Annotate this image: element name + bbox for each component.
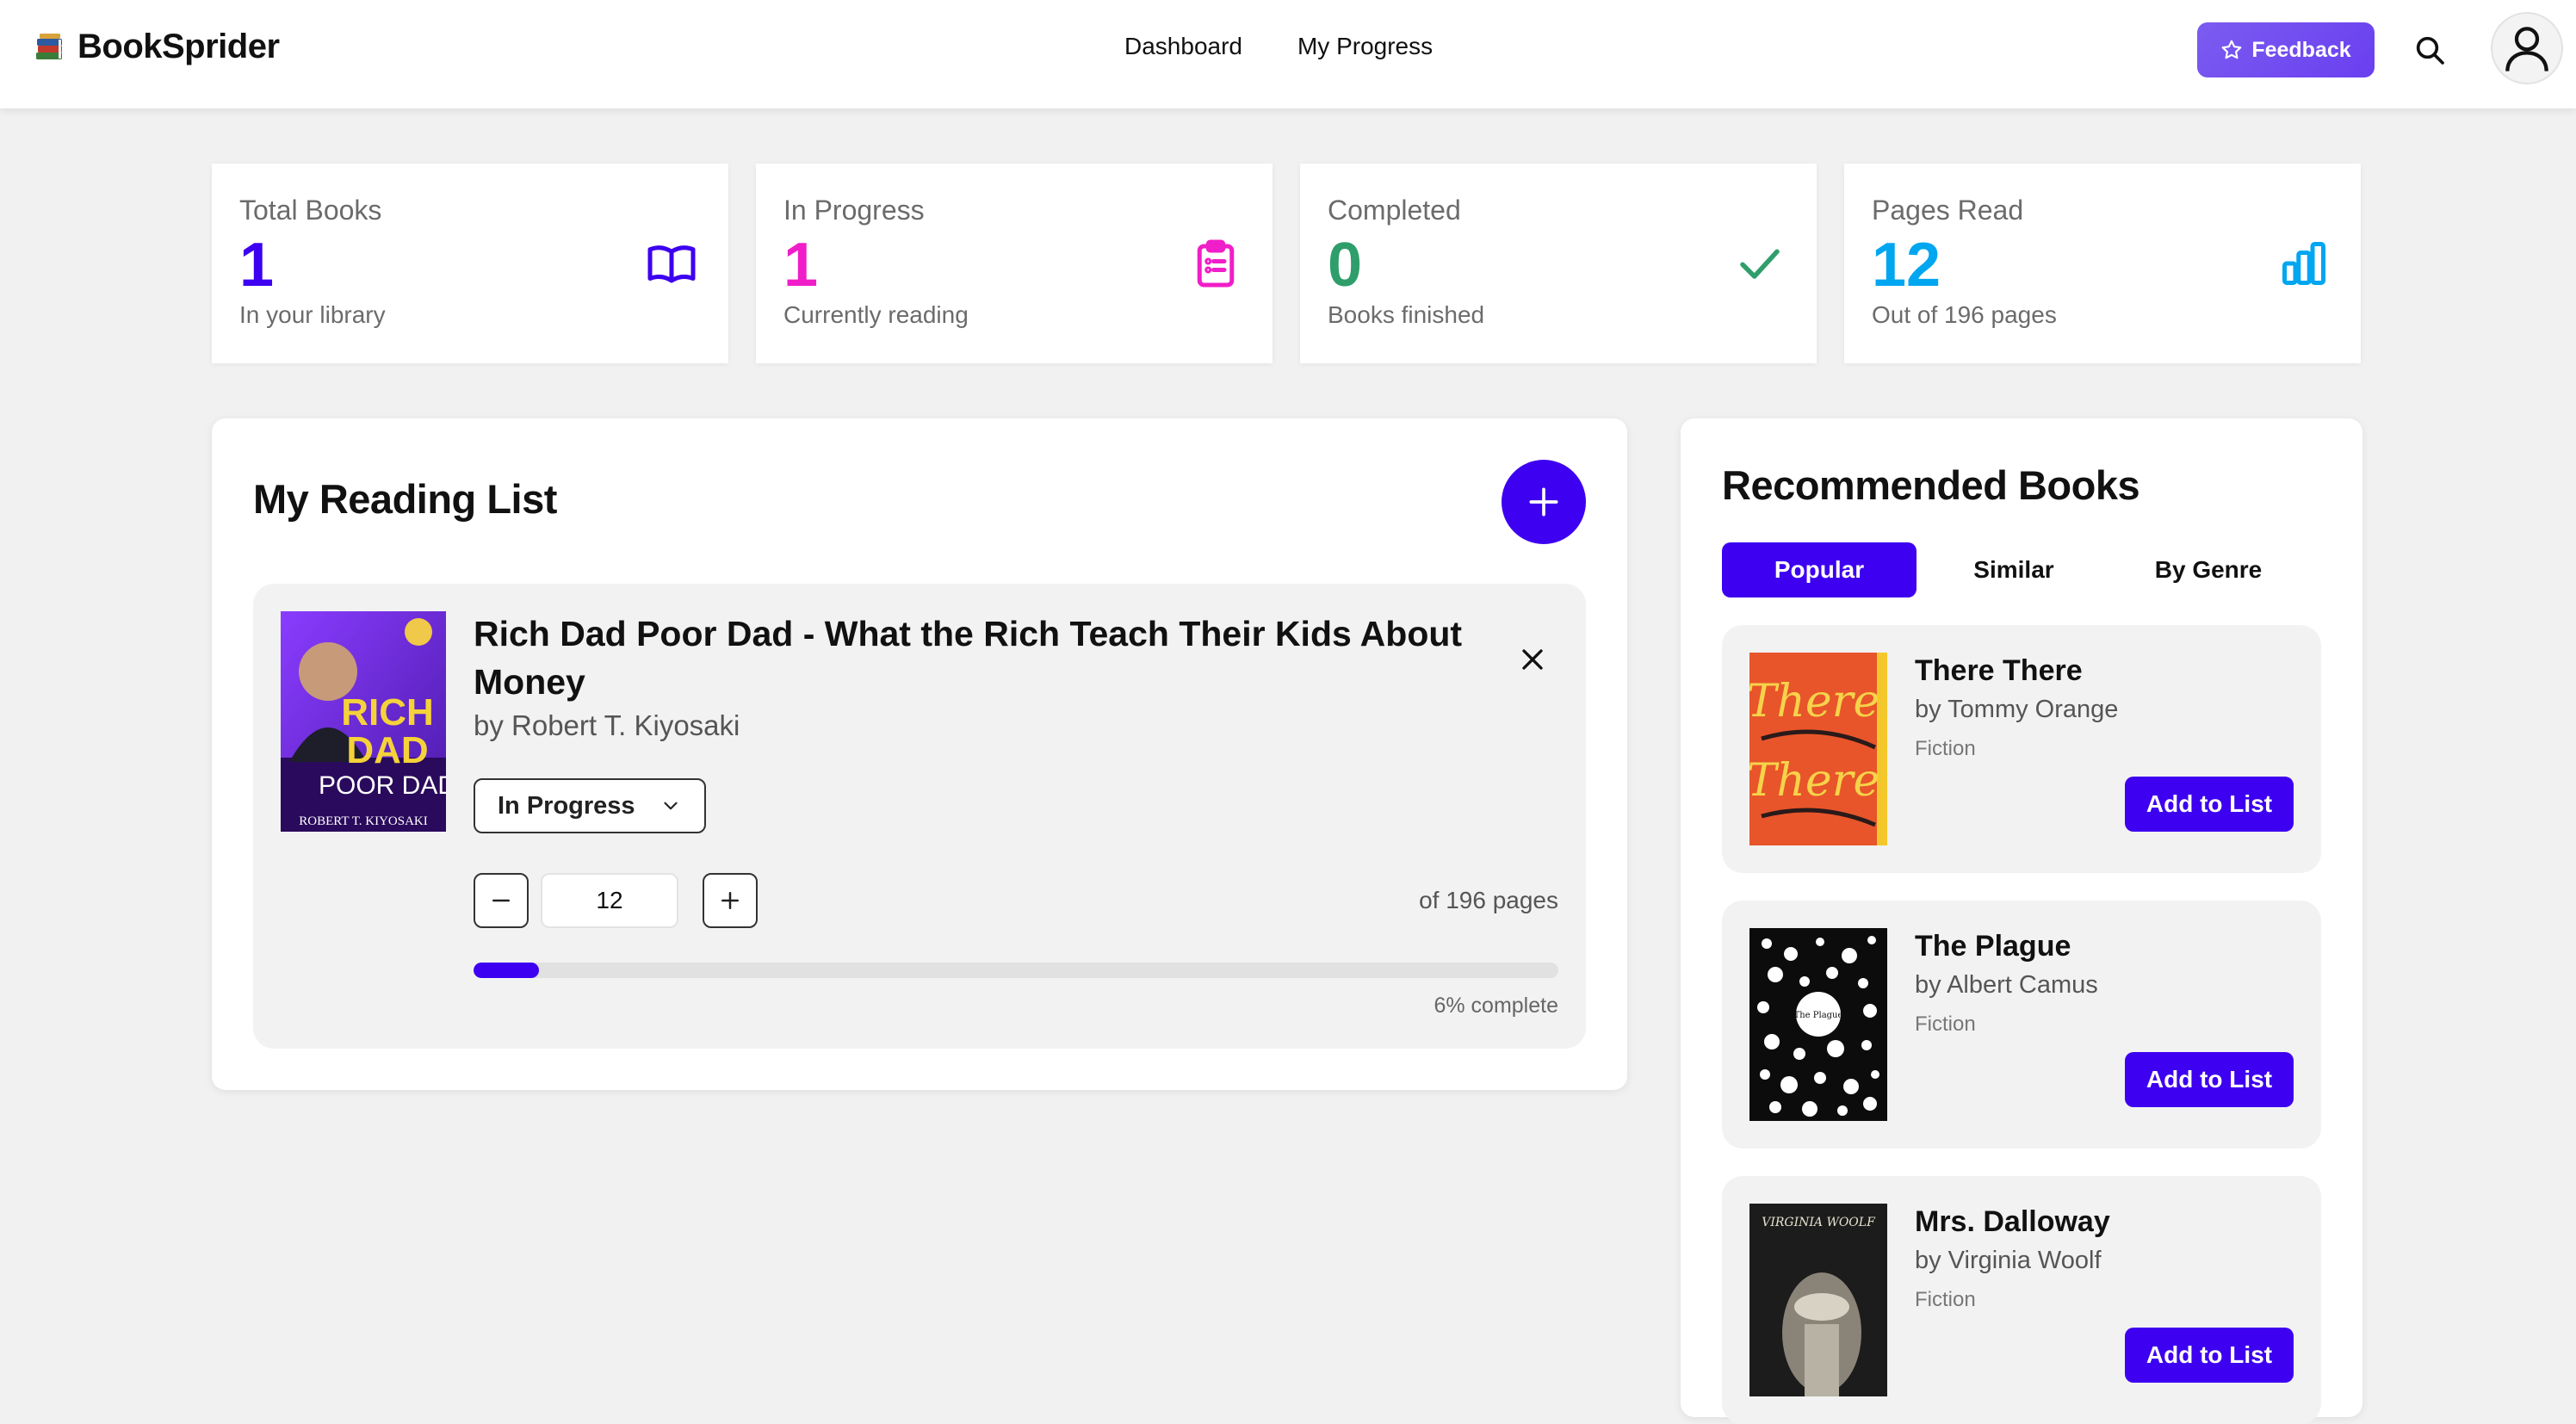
stat-sub: Currently reading: [783, 301, 969, 328]
plus-icon: [1529, 487, 1558, 517]
tab-similar[interactable]: Similar: [1917, 542, 2111, 597]
reading-progress-bar: [474, 963, 1558, 978]
svg-text:ROBERT T. KIYOSAKI: ROBERT T. KIYOSAKI: [299, 814, 428, 828]
user-avatar[interactable]: [2491, 12, 2563, 84]
reading-list-panel: My Reading List RICH DAD POOR DAD ROBERT…: [212, 418, 1627, 1090]
stat-label: Total Books: [239, 195, 382, 226]
reading-list-item: RICH DAD POOR DAD ROBERT T. KIYOSAKI Ric…: [253, 584, 1586, 1049]
book-cover-mrs-dalloway: VIRGINIA WOOLF: [1749, 1204, 1887, 1396]
book-open-icon: [647, 245, 696, 283]
add-to-list-button[interactable]: Add to List: [2125, 777, 2294, 832]
rec-book-title: The Plague: [1915, 930, 2071, 963]
clipboard-list-icon: [1197, 239, 1235, 288]
feedback-label: Feedback: [2251, 37, 2351, 62]
stat-value: 0: [1328, 231, 1363, 300]
stat-card-completed: Completed 0 Books finished: [1300, 164, 1817, 363]
top-navbar: BookSprider Dashboard My Progress Feedba…: [0, 0, 2576, 108]
tab-by-genre[interactable]: By Genre: [2111, 542, 2306, 597]
reading-progress-fill: [474, 963, 539, 978]
main-nav: Dashboard My Progress: [1124, 33, 1433, 60]
rec-book-title: Mrs. Dalloway: [1915, 1205, 2110, 1238]
book-author: by Robert T. Kiyosaki: [474, 709, 740, 741]
svg-text:There: There: [1749, 755, 1879, 807]
stat-label: Completed: [1328, 195, 1461, 226]
recommended-book-card: The Plague The Plague by Albert Camus Fi…: [1722, 901, 2321, 1148]
svg-text:POOR DAD: POOR DAD: [319, 771, 446, 800]
search-icon[interactable]: [2412, 33, 2447, 67]
stat-value: 1: [239, 231, 275, 300]
status-dropdown[interactable]: In Progress: [474, 778, 706, 833]
nav-dashboard[interactable]: Dashboard: [1124, 33, 1242, 60]
rec-book-author: by Albert Camus: [1915, 971, 2098, 999]
star-icon: [2221, 40, 2242, 59]
svg-text:DAD: DAD: [346, 729, 428, 771]
recommendation-tabs: Popular Similar By Genre: [1722, 542, 2306, 597]
add-book-button[interactable]: [1502, 460, 1586, 544]
add-to-list-button[interactable]: Add to List: [2125, 1328, 2294, 1383]
feedback-button[interactable]: Feedback: [2197, 22, 2375, 77]
books-logo-icon: [36, 33, 62, 59]
recommended-book-card: There There There There by Tommy Orange …: [1722, 625, 2321, 873]
status-value: In Progress: [498, 791, 635, 820]
stat-card-total-books: Total Books 1 In your library: [212, 164, 728, 363]
user-avatar-icon: [2505, 27, 2548, 71]
stat-sub: In your library: [239, 301, 386, 328]
svg-text:The Plague: The Plague: [1794, 1011, 1843, 1020]
recommended-books-panel: Recommended Books Popular Similar By Gen…: [1681, 418, 2362, 1424]
stat-value: 1: [783, 231, 819, 300]
minus-icon: [492, 899, 510, 902]
current-page-input[interactable]: [541, 873, 678, 928]
book-title: Rich Dad Poor Dad - What the Rich Teach …: [474, 614, 1463, 702]
brand-name: BookSprider: [77, 28, 280, 65]
remove-book-close-icon[interactable]: [1515, 642, 1550, 677]
rec-book-author: by Virginia Woolf: [1915, 1247, 2102, 1274]
stat-value: 12: [1872, 231, 1941, 300]
bar-chart-icon: [2282, 242, 2325, 285]
tab-popular[interactable]: Popular: [1722, 542, 1917, 597]
rec-book-genre: Fiction: [1915, 1012, 1976, 1036]
svg-text:VIRGINIA WOOLF: VIRGINIA WOOLF: [1762, 1216, 1876, 1229]
check-icon: [1740, 249, 1780, 279]
stat-card-in-progress: In Progress 1 Currently reading: [756, 164, 1273, 363]
progress-percent-label: 6% complete: [1434, 994, 1558, 1018]
book-cover-rich-dad: RICH DAD POOR DAD ROBERT T. KIYOSAKI: [281, 611, 446, 832]
rec-book-genre: Fiction: [1915, 737, 1976, 760]
svg-text:There: There: [1749, 676, 1879, 727]
reading-list-title: My Reading List: [253, 476, 557, 522]
brand-link[interactable]: BookSprider: [34, 28, 280, 66]
nav-my-progress[interactable]: My Progress: [1297, 33, 1433, 60]
stat-label: Pages Read: [1872, 195, 2024, 226]
book-cover-there-there: There There: [1749, 653, 1887, 845]
rec-book-genre: Fiction: [1915, 1288, 1976, 1311]
plus-icon: [721, 892, 739, 909]
stat-card-pages-read: Pages Read 12 Out of 196 pages: [1844, 164, 2361, 363]
recommended-book-card: VIRGINIA WOOLF Mrs. Dalloway by Virginia…: [1722, 1176, 2321, 1424]
book-cover-the-plague: The Plague: [1749, 928, 1887, 1121]
chevron-down-icon: [664, 802, 678, 810]
stat-label: In Progress: [783, 195, 925, 226]
stat-sub: Out of 196 pages: [1872, 301, 2057, 328]
svg-text:RICH: RICH: [341, 691, 434, 734]
decrement-page-button[interactable]: [474, 873, 529, 928]
rec-book-title: There There: [1915, 654, 2083, 687]
rec-book-author: by Tommy Orange: [1915, 696, 2119, 723]
recommended-title: Recommended Books: [1722, 462, 2140, 508]
total-pages-label: of 196 pages: [1419, 887, 1558, 913]
add-to-list-button[interactable]: Add to List: [2125, 1052, 2294, 1107]
stat-sub: Books finished: [1328, 301, 1485, 328]
increment-page-button[interactable]: [703, 873, 758, 928]
